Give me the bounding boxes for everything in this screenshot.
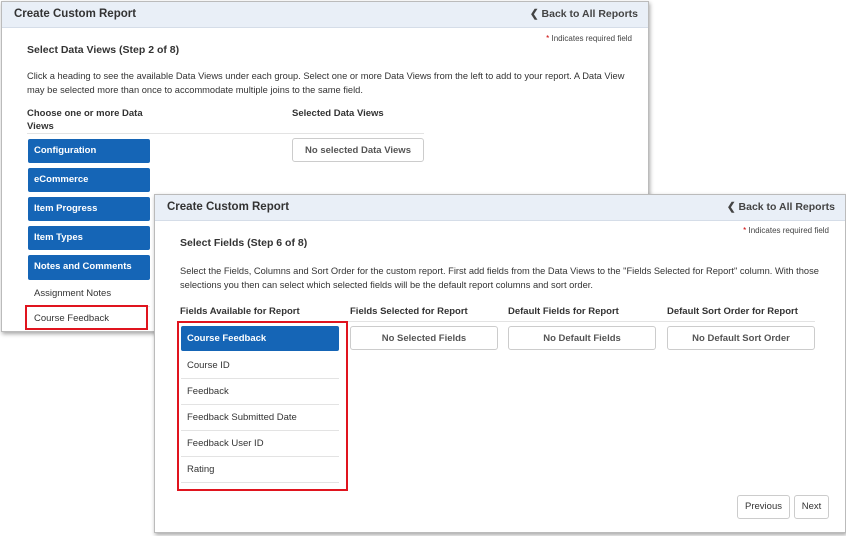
data-view-assignment-notes[interactable]: Assignment Notes — [28, 281, 150, 307]
default-fields-empty: No Default Fields — [508, 326, 656, 350]
window-header: Create Custom Report ❮ Back to All Repor… — [155, 195, 845, 221]
window-title: Create Custom Report — [167, 201, 290, 213]
column-header-choose: Choose one or more Data Views — [27, 108, 143, 132]
highlight-box — [177, 321, 348, 491]
required-note: * Indicates required field — [546, 34, 632, 43]
previous-button[interactable]: Previous — [737, 495, 790, 519]
column-header-selected: Fields Selected for Report — [350, 306, 468, 317]
back-to-all-reports-link[interactable]: ❮ Back to All Reports — [727, 201, 835, 213]
fields-selected-empty: No Selected Fields — [350, 326, 498, 350]
divider — [27, 133, 424, 134]
highlight-box — [25, 305, 148, 330]
window-title: Create Custom Report — [14, 8, 137, 20]
group-item-types[interactable]: Item Types — [28, 226, 150, 250]
selected-data-views-empty: No selected Data Views — [292, 138, 424, 162]
step-heading: Select Data Views (Step 2 of 8) — [27, 44, 180, 56]
step-heading: Select Fields (Step 6 of 8) — [180, 237, 308, 249]
window-header: Create Custom Report ❮ Back to All Repor… — [2, 2, 648, 28]
group-notes-and-comments[interactable]: Notes and Comments — [28, 255, 150, 280]
back-to-all-reports-link[interactable]: ❮ Back to All Reports — [530, 8, 638, 20]
group-ecommerce[interactable]: eCommerce — [28, 168, 150, 192]
select-fields-window: Create Custom Report ❮ Back to All Repor… — [154, 194, 846, 533]
column-header-sort-order: Default Sort Order for Report — [667, 306, 798, 317]
chevron-left-icon: ❮ — [726, 201, 739, 213]
required-note: * Indicates required field — [743, 226, 829, 235]
column-header-available: Fields Available for Report — [180, 306, 300, 317]
group-item-progress[interactable]: Item Progress — [28, 197, 150, 221]
column-header-selected: Selected Data Views — [292, 108, 384, 119]
sort-order-empty: No Default Sort Order — [667, 326, 815, 350]
column-header-default-fields: Default Fields for Report — [508, 306, 619, 317]
group-configuration[interactable]: Configuration — [28, 139, 150, 163]
chevron-left-icon: ❮ — [529, 8, 542, 20]
instructions: Click a heading to see the available Dat… — [27, 71, 625, 95]
next-button[interactable]: Next — [794, 495, 829, 519]
instructions: Select the Fields, Columns and Sort Orde… — [180, 266, 819, 290]
